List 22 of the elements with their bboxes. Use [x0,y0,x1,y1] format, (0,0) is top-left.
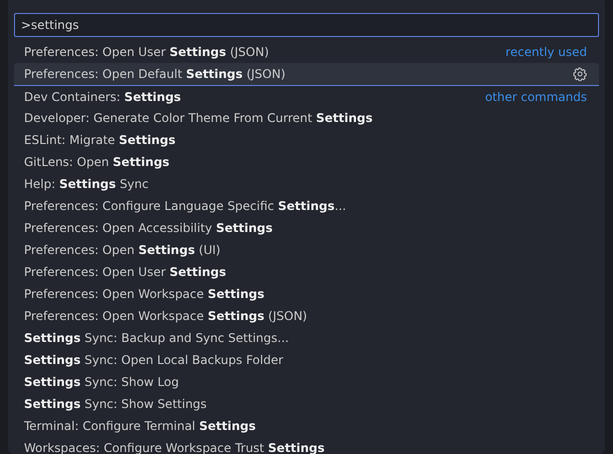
command-item[interactable]: Preferences: Configure Language Specific Settings... [14,195,599,217]
command-item[interactable]: ESLint: Migrate Settings [14,129,599,151]
command-item[interactable]: Preferences: Open User Settings (JSON) recently used [14,41,599,63]
command-item[interactable]: Settings Sync: Show Log [14,371,599,393]
command-item[interactable]: Terminal: Configure Terminal Settings [14,415,599,437]
command-item[interactable]: Preferences: Open Workspace Settings (JSON) [14,305,599,327]
command-item[interactable]: Settings Sync: Show Settings [14,393,599,415]
settings-icon[interactable] [573,67,587,81]
group-label: other commands [485,90,587,104]
command-item[interactable]: Dev Containers: Settings other commands [14,85,599,107]
command-item[interactable]: Preferences: Open Accessibility Settings [14,217,599,239]
command-item[interactable]: Preferences: Open User Settings [14,261,599,283]
command-item[interactable]: Preferences: Open Default Settings (JSON) [14,63,599,85]
command-input[interactable]: >settings [14,13,599,37]
command-item[interactable]: GitLens: Open Settings [14,151,599,173]
command-item[interactable]: Preferences: Open Settings (UI) [14,239,599,261]
command-item[interactable]: Settings Sync: Open Local Backups Folder [14,349,599,371]
group-label: recently used [506,45,587,59]
command-item[interactable]: Developer: Generate Color Theme From Current Settings [14,107,599,129]
command-item[interactable]: Preferences: Open Workspace Settings [14,283,599,305]
command-item[interactable]: Help: Settings Sync [14,173,599,195]
command-item[interactable]: Settings Sync: Backup and Sync Settings... [14,327,599,349]
